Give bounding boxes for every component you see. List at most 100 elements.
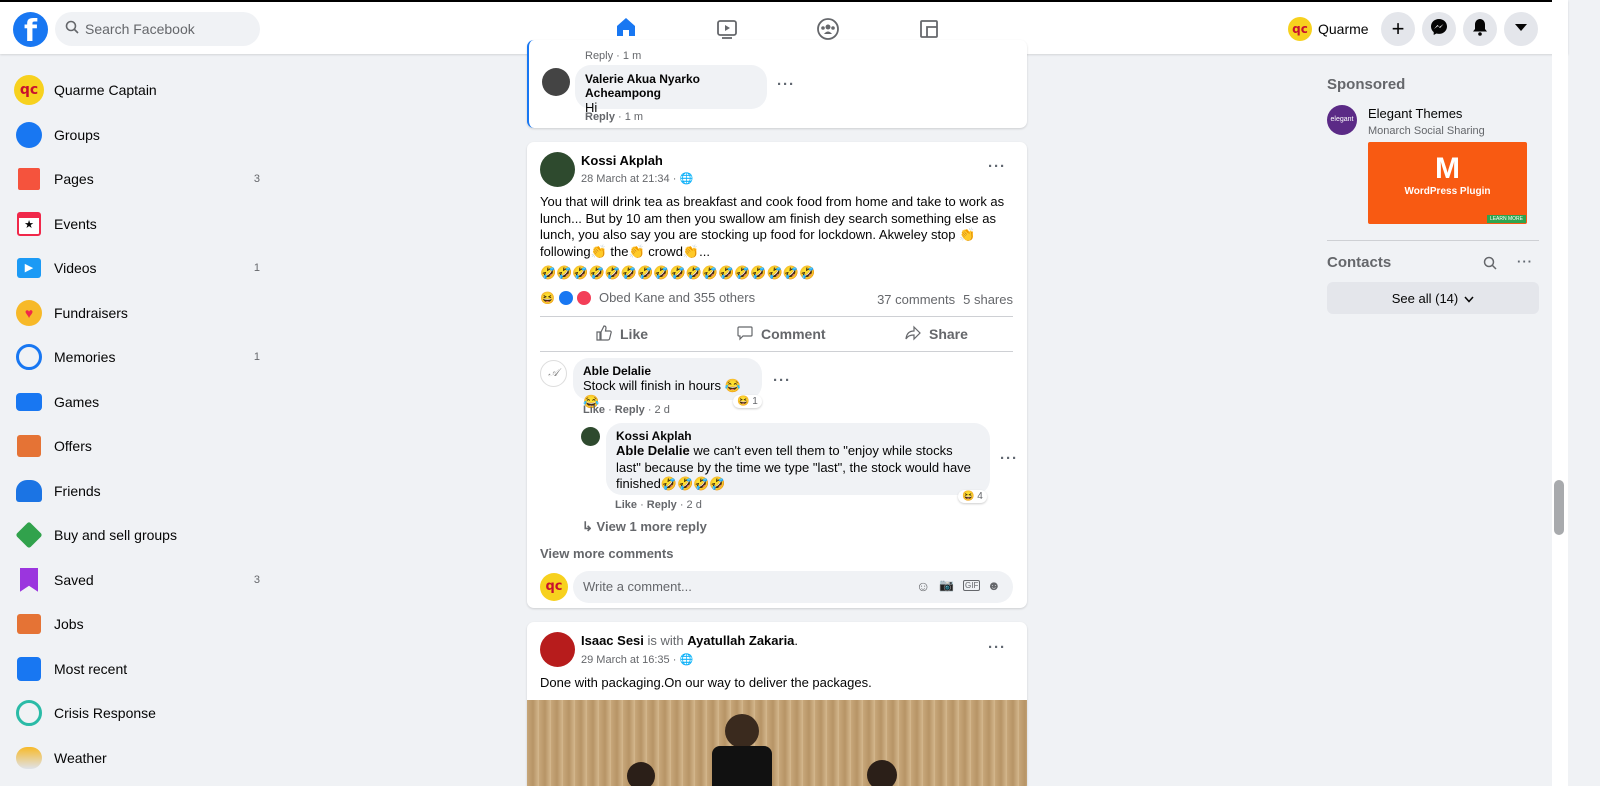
sidebar-item-label: Saved xyxy=(54,571,94,588)
profile-chip[interactable]: qc Quarme xyxy=(1288,17,1369,41)
replier-name[interactable]: Kossi Akplah xyxy=(616,429,980,443)
reply-link[interactable]: Reply xyxy=(615,404,645,416)
comment-options-icon[interactable]: ··· xyxy=(773,372,791,389)
caret-down-icon xyxy=(1514,20,1528,38)
like-button[interactable]: Like xyxy=(596,317,648,351)
sidebar-item-jobs[interactable]: Jobs xyxy=(8,602,268,647)
share-arrow-icon xyxy=(905,325,921,344)
page-scrollbar[interactable] xyxy=(1552,0,1568,786)
post-author[interactable]: Kossi Akplah xyxy=(581,153,663,168)
sidebar-item-events[interactable]: ★ Events xyxy=(8,202,268,247)
post-timestamp[interactable]: 29 March at 16:35 · 🌐 xyxy=(581,653,693,666)
photo-person xyxy=(627,762,655,786)
sidebar-item-saved[interactable]: Saved 3 xyxy=(8,558,268,603)
contacts-options-icon[interactable]: ··· xyxy=(1517,254,1533,269)
sidebar-item-videos[interactable]: ▶ Videos 1 xyxy=(8,246,268,291)
comment-reaction-badge[interactable]: 😆 1 xyxy=(733,395,762,408)
sidebar-item-groups[interactable]: Groups xyxy=(8,113,268,158)
notifications-button[interactable] xyxy=(1463,12,1497,46)
emoji-picker-icon[interactable]: ☺ xyxy=(916,578,930,594)
reaction-haha-icon: 😆 xyxy=(540,290,555,305)
avatar[interactable] xyxy=(542,68,570,96)
comment-time: · 2 d xyxy=(644,404,670,416)
sticker-icon[interactable]: ☻ xyxy=(987,578,1001,593)
search-input[interactable]: Search Facebook xyxy=(55,12,260,46)
sidebar-item-count: 3 xyxy=(253,173,260,186)
reply-link[interactable]: Reply xyxy=(585,111,615,123)
ad-image[interactable]: M WordPress Plugin LEARN MORE xyxy=(1368,142,1527,224)
clock-icon xyxy=(14,342,44,372)
sidebar-item-pages[interactable]: Pages 3 xyxy=(8,157,268,202)
reply-reaction-badge[interactable]: 😆 4 xyxy=(958,490,987,503)
reactions-summary[interactable]: 😆 Obed Kane and 355 others xyxy=(540,290,755,305)
messenger-button[interactable] xyxy=(1422,12,1456,46)
sidebar-item-fundraisers[interactable]: ♥ Fundraisers xyxy=(8,291,268,336)
sidebar-item-label: Fundraisers xyxy=(54,304,128,321)
bookmark-icon xyxy=(14,565,44,595)
sidebar-item-label: Jobs xyxy=(54,616,84,633)
mention-link[interactable]: Able Delalie xyxy=(616,443,690,458)
author-avatar[interactable] xyxy=(540,152,575,187)
create-button[interactable]: + xyxy=(1381,12,1415,46)
sidebar-item-friends[interactable]: Friends xyxy=(8,469,268,514)
post-photo[interactable] xyxy=(527,700,1027,786)
comment-button[interactable]: Comment xyxy=(737,317,826,351)
see-all-label: See all (14) xyxy=(1391,290,1459,306)
sidebar-item-memories[interactable]: Memories 1 xyxy=(8,335,268,380)
sidebar-item-label: Videos xyxy=(54,260,97,277)
reply-avatar[interactable] xyxy=(581,427,600,446)
author-avatar[interactable] xyxy=(540,632,575,667)
post-author[interactable]: Isaac Sesi xyxy=(581,633,644,648)
see-all-contacts-button[interactable]: See all (14) xyxy=(1327,282,1539,314)
search-icon xyxy=(65,12,79,46)
reply-like-link[interactable]: Like xyxy=(615,499,637,511)
divider xyxy=(1327,240,1539,241)
comment-meta: Like · Reply · 2 d xyxy=(583,404,670,416)
search-contacts-icon[interactable] xyxy=(1483,256,1497,273)
reply-options-icon[interactable]: ··· xyxy=(1000,450,1018,467)
post-options-icon[interactable]: ··· xyxy=(988,158,1006,175)
view-more-comments-link[interactable]: View more comments xyxy=(540,546,673,561)
commenter-avatar[interactable]: 𝒜 xyxy=(540,360,567,387)
friends-icon xyxy=(14,476,44,506)
comments-count[interactable]: 37 comments xyxy=(877,292,955,307)
post-timestamp[interactable]: 28 March at 21:34 · 🌐 xyxy=(581,172,693,185)
sidebar-item-count: 1 xyxy=(253,262,260,275)
shares-count[interactable]: 5 shares xyxy=(963,292,1013,307)
weather-icon xyxy=(14,743,44,773)
sidebar-item-label: Pages xyxy=(54,171,94,188)
write-comment-input[interactable]: Write a comment... ☺ 📷 GIF ☻ xyxy=(573,571,1013,603)
sponsored-heading: Sponsored xyxy=(1327,76,1406,93)
account-menu-button[interactable] xyxy=(1504,12,1538,46)
ad-learn-more-button[interactable]: LEARN MORE xyxy=(1486,215,1526,223)
commenter-name[interactable]: Able Delalie xyxy=(583,364,752,378)
sidebar-item-weather[interactable]: Weather xyxy=(8,736,268,781)
post-options-icon[interactable]: ··· xyxy=(988,639,1006,656)
sidebar-item-label: Quarme Captain xyxy=(54,82,157,99)
sidebar-item-offers[interactable]: Offers xyxy=(8,424,268,469)
sidebar-item-buy-and-sell-groups[interactable]: Buy and sell groups xyxy=(8,513,268,558)
share-button[interactable]: Share xyxy=(905,317,968,351)
comment-like-link[interactable]: Like xyxy=(583,404,605,416)
scrollbar-thumb[interactable] xyxy=(1554,480,1564,535)
comment-options-icon[interactable]: ··· xyxy=(777,76,795,93)
commenter-name[interactable]: Valerie Akua Nyarko Acheampong xyxy=(585,72,757,100)
previous-post-card: Reply · 1 m Valerie Akua Nyarko Acheampo… xyxy=(527,40,1027,128)
sidebar-item-games[interactable]: Games xyxy=(8,380,268,425)
chevron-down-icon xyxy=(1464,291,1474,306)
advertiser-name[interactable]: Elegant Themes xyxy=(1368,106,1462,121)
camera-icon[interactable]: 📷 xyxy=(939,578,954,592)
advertiser-logo[interactable]: elegant xyxy=(1327,105,1357,135)
sidebar-item-crisis-response[interactable]: Crisis Response xyxy=(8,691,268,736)
facebook-logo-icon[interactable]: f xyxy=(13,12,48,47)
briefcase-icon xyxy=(14,609,44,639)
current-user-avatar[interactable]: qc xyxy=(540,573,568,601)
comment-icon xyxy=(737,325,753,344)
ad-caption: WordPress Plugin xyxy=(1404,186,1491,197)
gif-icon[interactable]: GIF xyxy=(963,580,981,591)
reply-reply-link[interactable]: Reply xyxy=(647,499,677,511)
sidebar-item-quarme-captain[interactable]: qc Quarme Captain xyxy=(8,68,268,113)
view-more-replies-link[interactable]: ↳ View 1 more reply xyxy=(582,519,707,535)
tagged-person[interactable]: Ayatullah Zakaria xyxy=(687,633,794,648)
sidebar-item-most-recent[interactable]: Most recent xyxy=(8,647,268,692)
